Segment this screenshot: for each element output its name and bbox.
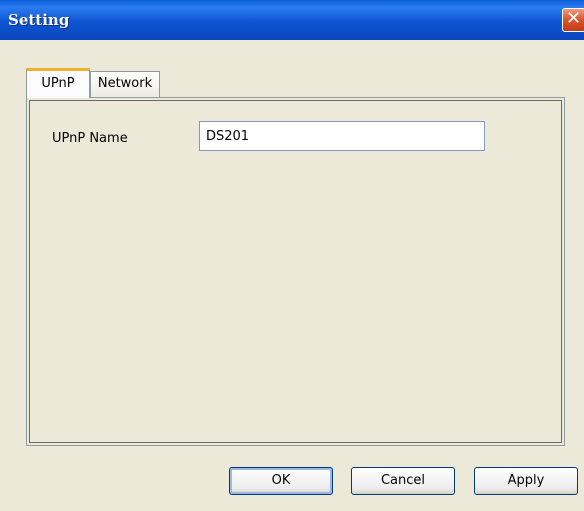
title-bar[interactable]: Setting ✕ bbox=[0, 0, 584, 40]
cancel-button[interactable]: Cancel bbox=[351, 467, 455, 495]
tab-upnp[interactable]: UPnP bbox=[26, 68, 90, 98]
close-icon: ✕ bbox=[566, 8, 582, 29]
apply-button[interactable]: Apply bbox=[474, 467, 578, 495]
upnp-name-input[interactable] bbox=[199, 121, 485, 151]
close-button[interactable]: ✕ bbox=[562, 8, 584, 32]
ok-button[interactable]: OK bbox=[229, 467, 333, 495]
panel-group-box bbox=[29, 100, 562, 443]
setting-dialog: Setting ✕ UPnP Network UPnP Name OK Canc… bbox=[0, 0, 584, 511]
window-title: Setting bbox=[8, 11, 70, 29]
upnp-name-label: UPnP Name bbox=[52, 131, 128, 146]
tab-network[interactable]: Network bbox=[90, 71, 160, 97]
